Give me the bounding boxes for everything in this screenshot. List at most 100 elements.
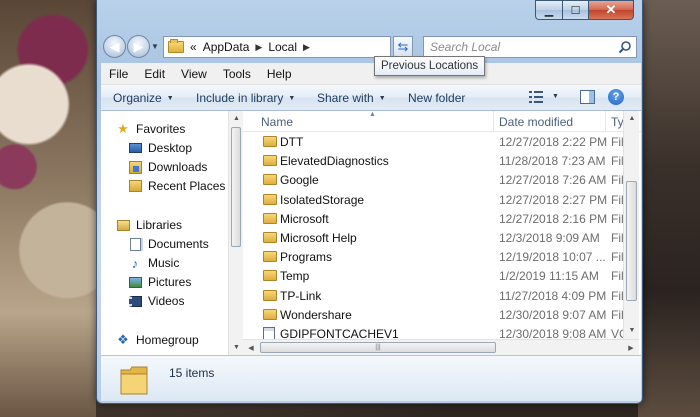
organize-label: Organize (113, 91, 162, 105)
nav-libraries[interactable]: Libraries (115, 216, 182, 234)
file-date-modified: 12/27/2018 2:16 PM (499, 211, 608, 226)
help-icon[interactable]: ? (608, 89, 624, 105)
organize-button[interactable]: Organize ▼ (113, 91, 174, 105)
minimize-button[interactable]: ▁ (535, 0, 562, 20)
desktop-icon (127, 140, 143, 156)
menu-tools[interactable]: Tools (223, 67, 251, 81)
file-list-vertical-scrollbar[interactable]: ▲ ▼ (623, 111, 639, 339)
close-button[interactable]: ✕ (588, 0, 634, 20)
file-date-modified: 12/30/2018 9:07 AM (499, 307, 607, 322)
content-area: ★ Favorites Desktop Downloads Recent Pla… (101, 111, 641, 355)
column-header: ▲ Name Date modified Typ (243, 111, 641, 132)
menu-edit[interactable]: Edit (144, 67, 165, 81)
details-pane: 15 items (101, 355, 641, 401)
nav-item-desktop[interactable]: Desktop (127, 139, 192, 157)
column-divider[interactable] (493, 111, 494, 132)
folder-icon (263, 212, 277, 224)
forward-button[interactable]: ▶ (127, 35, 150, 58)
breadcrumb-separator-icon[interactable]: ▶ (303, 42, 310, 53)
back-button[interactable]: ◀ (103, 35, 126, 58)
file-name: Microsoft Help (280, 231, 357, 245)
table-row[interactable]: Temp 1/2/2019 11:15 AM File (243, 266, 630, 285)
refresh-icon: ⇆ (397, 39, 409, 54)
nav-homegroup[interactable]: ❖ Homegroup (115, 331, 199, 349)
libraries-icon (115, 217, 131, 233)
column-divider[interactable] (605, 111, 606, 132)
file-date-modified: 12/3/2018 9:09 AM (499, 231, 600, 245)
horizontal-scroll-thumb[interactable]: ||| (260, 342, 496, 353)
file-date-modified: 11/27/2018 4:09 PM (499, 288, 607, 303)
address-bar[interactable]: « AppData ▶ Local ▶ ▼ (163, 36, 448, 61)
nav-item-pictures[interactable]: Pictures (127, 273, 191, 291)
include-in-library-label: Include in library (196, 91, 284, 105)
folder-icon (263, 193, 277, 205)
nav-favorites[interactable]: ★ Favorites (115, 120, 185, 138)
new-folder-button[interactable]: New folder (408, 91, 465, 105)
file-list-horizontal-scrollbar[interactable]: ◀ ||| ▶ (243, 339, 639, 355)
table-row[interactable]: DTT 12/27/2018 2:22 PM File (243, 132, 630, 151)
vertical-scroll-thumb[interactable] (626, 181, 637, 301)
explorer-window: ▁ ☐ ✕ ◀ ▶ ▼ « AppData ▶ Local ▶ ▼ ⇆ Sear… (96, 0, 643, 404)
menu-view[interactable]: View (181, 67, 207, 81)
file-name: Temp (280, 269, 310, 284)
breadcrumb-overflow[interactable]: « (190, 40, 197, 54)
table-row[interactable]: Wondershare 12/30/2018 9:07 AM File (243, 305, 630, 324)
scroll-down-icon[interactable]: ▼ (229, 340, 244, 355)
table-row[interactable]: Microsoft 12/27/2018 2:16 PM File (243, 209, 630, 228)
scroll-up-icon[interactable]: ▲ (624, 111, 640, 126)
forward-arrow-icon: ▶ (133, 38, 144, 54)
preview-pane-icon[interactable] (580, 90, 595, 104)
column-name[interactable]: Name (261, 115, 293, 129)
table-row[interactable]: Google 12/27/2018 7:26 AM File (243, 170, 630, 189)
nav-item-downloads[interactable]: Downloads (127, 158, 207, 176)
file-date-modified: 12/27/2018 7:26 AM (499, 173, 607, 188)
command-bar: Organize ▼ Include in library ▼ Share wi… (101, 85, 641, 111)
navigation-pane-scrollbar[interactable]: ▲ ▼ (228, 111, 243, 355)
nav-homegroup-label: Homegroup (136, 333, 199, 347)
column-date-modified[interactable]: Date modified (499, 115, 573, 129)
share-with-label: Share with (317, 91, 374, 105)
chevron-down-icon: ▼ (288, 94, 296, 102)
nav-item-music[interactable]: ♪ Music (127, 254, 180, 272)
change-view-icon[interactable] (529, 91, 543, 103)
scroll-right-icon[interactable]: ▶ (623, 340, 639, 355)
scroll-left-icon[interactable]: ◀ (243, 340, 259, 355)
recent-places-icon (127, 178, 143, 194)
breadcrumb-appdata[interactable]: AppData (203, 40, 250, 54)
file-name: TP-Link (280, 288, 322, 303)
scroll-down-icon[interactable]: ▼ (624, 323, 640, 338)
folder-icon (263, 289, 277, 301)
search-icon[interactable] (618, 40, 632, 54)
scroll-up-icon[interactable]: ▲ (229, 111, 244, 126)
breadcrumb-local[interactable]: Local (268, 40, 297, 54)
refresh-button[interactable]: ⇆ (393, 36, 413, 58)
breadcrumb-separator-icon[interactable]: ▶ (255, 42, 262, 53)
nav-item-label: Downloads (148, 160, 208, 174)
file-name: IsolatedStorage (280, 192, 365, 207)
share-with-button[interactable]: Share with ▼ (317, 91, 386, 105)
search-input[interactable]: Search Local (423, 36, 637, 58)
item-count: 15 items (169, 366, 215, 380)
table-row[interactable]: Programs 12/19/2018 10:07 ... File (243, 247, 630, 266)
maximize-button[interactable]: ☐ (562, 0, 588, 20)
table-row[interactable]: Microsoft Help 12/3/2018 9:09 AM File (243, 228, 630, 247)
recent-pages-dropdown[interactable]: ▼ (151, 42, 159, 51)
nav-item-recent-places[interactable]: Recent Places (127, 177, 225, 195)
new-folder-label: New folder (408, 91, 466, 105)
folder-icon (168, 39, 184, 53)
folder-icon (263, 174, 277, 186)
table-row[interactable]: TP-Link 11/27/2018 4:09 PM File (243, 286, 630, 305)
nav-item-documents[interactable]: Documents (127, 235, 209, 253)
navigation-pane-scroll-thumb[interactable] (231, 127, 241, 247)
include-in-library-button[interactable]: Include in library ▼ (196, 91, 295, 105)
nav-item-label: Recent Places (148, 179, 226, 193)
file-name: Google (280, 173, 319, 188)
menu-help[interactable]: Help (267, 67, 292, 81)
sort-ascending-icon: ▲ (369, 111, 376, 118)
table-row[interactable]: IsolatedStorage 12/27/2018 2:27 PM File (243, 190, 630, 209)
table-row[interactable]: ElevatedDiagnostics 11/28/2018 7:23 AM Fil… (243, 151, 630, 170)
menu-file[interactable]: File (109, 67, 128, 81)
caption-buttons: ▁ ☐ ✕ (535, 0, 634, 20)
view-dropdown-button[interactable]: ▼ (552, 93, 559, 100)
nav-item-videos[interactable]: Videos (127, 292, 184, 310)
